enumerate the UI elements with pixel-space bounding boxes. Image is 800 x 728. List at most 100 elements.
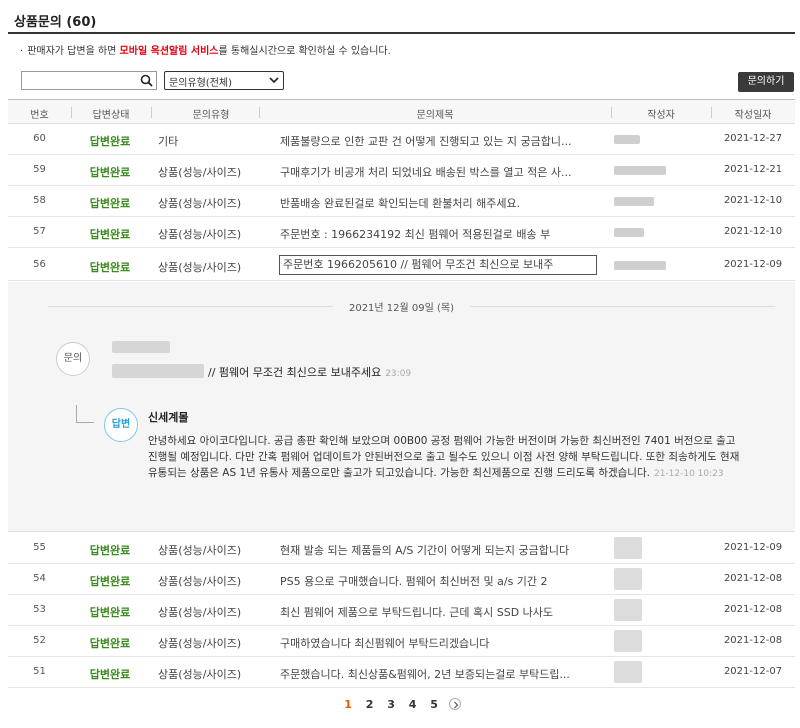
row-status: 답변완료 [89, 135, 131, 148]
row-number: 56 [33, 259, 46, 270]
notice-highlight: 모바일 옥션알림 서비스 [119, 46, 219, 57]
row-number: 53 [33, 604, 46, 615]
header-status: 답변상태 [92, 110, 130, 121]
table-row[interactable]: 53 답변완료 상품(성능/사이즈) 최신 펌웨어 제품으로 부탁드립니다. 근… [8, 595, 795, 626]
row-title[interactable]: 주문번호 1966205610 // 펌웨어 무조건 최신으로 보내주 [279, 255, 597, 275]
section-header: 상품문의 (60) [8, 6, 795, 34]
row-status: 답변완료 [89, 261, 131, 274]
row-number: 52 [33, 635, 46, 646]
row-type: 상품(성능/사이즈) [158, 606, 242, 619]
row-date: 2021-12-08 [723, 573, 783, 584]
row-status: 답변완료 [89, 668, 131, 681]
writer-redacted [614, 261, 666, 270]
row-number: 54 [33, 573, 46, 584]
page-5-link[interactable]: 5 [430, 698, 438, 711]
question-text-redacted [112, 364, 204, 378]
notice-bullet: · [20, 46, 24, 57]
row-type: 상품(성능/사이즈) [158, 261, 242, 274]
page-4-link[interactable]: 4 [409, 698, 417, 711]
row-status: 답변완료 [89, 606, 131, 619]
writer-redacted [614, 661, 642, 683]
inquiry-detail-panel: 2021년 12월 09일 (목) 문의 // 펌웨어 무조건 최신으로 보내주… [8, 282, 795, 532]
row-title[interactable]: 구매하였습니다 최신펌웨어 부탁드리겠습니다 [280, 635, 605, 651]
writer-redacted [614, 568, 642, 590]
table-row-selected[interactable]: 56 답변완료 상품(성능/사이즈) 주문번호 1966205610 // 펌웨… [8, 250, 795, 281]
row-title[interactable]: 구매후기가 비공개 처리 되었네요 배송된 박스를 열고 적은 사... [280, 164, 605, 180]
page-3-link[interactable]: 3 [387, 698, 395, 711]
search-icon[interactable] [140, 74, 153, 87]
table-row[interactable]: 52 답변완료 상품(성능/사이즈) 구매하였습니다 최신펌웨어 부탁드리겠습니… [8, 626, 795, 657]
row-number: 57 [33, 226, 46, 237]
next-page-button[interactable] [448, 698, 461, 710]
row-date: 2021-12-08 [723, 604, 783, 615]
row-title[interactable]: 반품배송 완료된걸로 확인되는데 환불처리 해주세요. [280, 195, 605, 211]
row-title[interactable]: 최신 펌웨어 제품으로 부탁드립니다. 근데 혹시 SSD 나사도 [280, 604, 605, 620]
row-title[interactable]: 제품불량으로 인한 교판 건 어떻게 진행되고 있는 지 궁금합니... [280, 133, 605, 149]
page-1-link[interactable]: 1 [344, 698, 352, 711]
inquiry-type-value: 문의유형(전체) [169, 78, 233, 89]
row-date: 2021-12-09 [723, 259, 783, 270]
notice-prefix: 판매자가 답변을 하면 [27, 46, 117, 57]
page-2-link[interactable]: 2 [366, 698, 374, 711]
chevron-right-icon [453, 701, 459, 709]
row-status: 답변완료 [89, 637, 131, 650]
row-date: 2021-12-10 [723, 226, 783, 237]
notice-suffix: 를 통해실시간으로 확인하실 수 있습니다. [218, 46, 391, 57]
table-header: 번호 답변상태 문의유형 문의제목 작성자 작성일자 [8, 99, 795, 124]
row-type: 상품(성능/사이즈) [158, 637, 242, 650]
detail-date: 2021년 12월 09일 (목) [8, 299, 795, 314]
writer-redacted [614, 630, 642, 652]
row-type: 상품(성능/사이즈) [158, 544, 242, 557]
writer-redacted [614, 166, 666, 175]
question-time: 23:09 [385, 369, 412, 379]
table-row[interactable]: 60 답변완료 기타 제품불량으로 인한 교판 건 어떻게 진행되고 있는 지 … [8, 124, 795, 155]
row-type: 상품(성능/사이즈) [158, 166, 242, 179]
row-status: 답변완료 [89, 544, 131, 557]
row-date: 2021-12-21 [723, 164, 783, 175]
header-type: 문의유형 [192, 110, 230, 121]
row-type: 상품(성능/사이즈) [158, 668, 242, 681]
question-badge: 문의 [56, 342, 90, 376]
ask-question-button[interactable]: 문의하기 [738, 72, 794, 92]
inquiry-type-select[interactable]: 문의유형(전체) [164, 71, 284, 90]
table-row[interactable]: 59 답변완료 상품(성능/사이즈) 구매후기가 비공개 처리 되었네요 배송된… [8, 155, 795, 186]
page-title: 상품문의 (60) [14, 15, 97, 30]
answer-time: 21-12-10 10:23 [653, 469, 724, 479]
writer-redacted [614, 537, 642, 559]
row-number: 55 [33, 542, 46, 553]
row-date: 2021-12-09 [723, 542, 783, 553]
row-title[interactable]: 주문번호 : 1966234192 최신 펌웨어 적용된걸로 배송 부 [280, 226, 605, 242]
row-type: 기타 [158, 135, 179, 148]
question-text: // 펌웨어 무조건 최신으로 보내주세요 23:09 [208, 366, 412, 379]
row-number: 51 [33, 666, 46, 677]
row-date: 2021-12-10 [723, 195, 783, 206]
writer-redacted [614, 228, 644, 237]
row-title[interactable]: 현재 발송 되는 제품들의 A/S 기간이 어떻게 되는지 궁금합니다 [280, 542, 605, 558]
table-row[interactable]: 57 답변완료 상품(성능/사이즈) 주문번호 : 1966234192 최신 … [8, 217, 795, 248]
row-status: 답변완료 [89, 166, 131, 179]
row-status: 답변완료 [89, 197, 131, 210]
table-row[interactable]: 55 답변완료 상품(성능/사이즈) 현재 발송 되는 제품들의 A/S 기간이… [8, 533, 795, 564]
row-title[interactable]: PS5 용으로 구매했습니다. 펌웨어 최신버전 및 a/s 기간 2 [280, 573, 605, 589]
table-row[interactable]: 58 답변완료 상품(성능/사이즈) 반품배송 완료된걸로 확인되는데 환불처리… [8, 186, 795, 217]
answer-author: 신세계몰 [148, 411, 189, 424]
writer-redacted [614, 197, 654, 206]
row-title[interactable]: 주문했습니다. 최신상품&펌웨어, 2년 보증되는걸로 부탁드립... [280, 666, 605, 682]
writer-redacted [614, 135, 640, 144]
row-type: 상품(성능/사이즈) [158, 197, 242, 210]
header-title: 문의제목 [416, 110, 454, 121]
row-type: 상품(성능/사이즈) [158, 575, 242, 588]
table-row[interactable]: 54 답변완료 상품(성능/사이즈) PS5 용으로 구매했습니다. 펌웨어 최… [8, 564, 795, 595]
reply-connector [76, 405, 94, 423]
row-type: 상품(성능/사이즈) [158, 228, 242, 241]
chevron-down-icon [269, 77, 279, 84]
notice-text: · 판매자가 답변을 하면 모바일 옥션알림 서비스를 통해실시간으로 확인하실 … [20, 42, 391, 57]
row-status: 답변완료 [89, 228, 131, 241]
answer-badge: 답변 [104, 408, 138, 442]
table-row[interactable]: 51 답변완료 상품(성능/사이즈) 주문했습니다. 최신상품&펌웨어, 2년 … [8, 657, 795, 688]
header-number: 번호 [30, 110, 49, 121]
search-input[interactable] [24, 73, 134, 88]
header-date: 작성일자 [734, 110, 772, 121]
row-number: 60 [33, 133, 46, 144]
pagination: 1 2 3 4 5 [0, 698, 800, 711]
